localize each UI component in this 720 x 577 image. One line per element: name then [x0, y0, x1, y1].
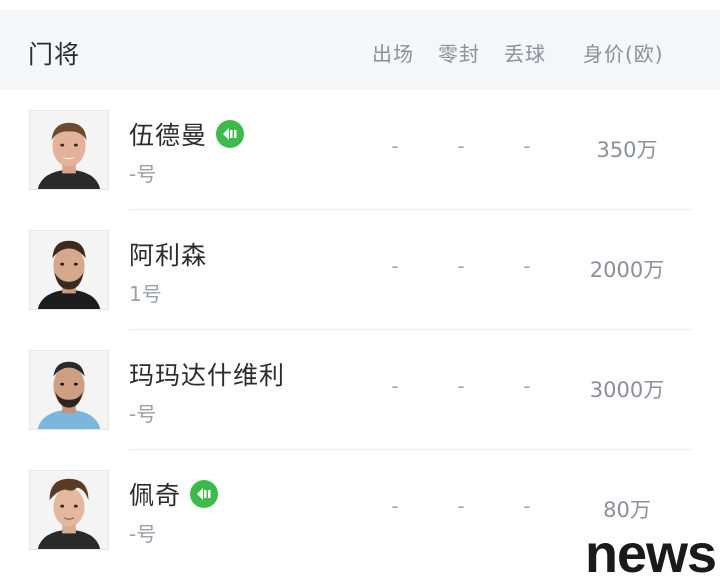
- appearances-value: -: [391, 494, 399, 518]
- player-name-row: 佩奇: [129, 476, 219, 512]
- player-name[interactable]: 阿利森: [129, 236, 207, 272]
- player-row[interactable]: 玛玛达什维利 -号 - - - 3000万: [0, 330, 720, 450]
- clean-sheets-value: -: [457, 134, 465, 158]
- appearances-value: -: [391, 134, 399, 158]
- news-watermark: news: [585, 524, 717, 577]
- player-number: 1号: [129, 282, 162, 306]
- goals-conceded-value: -: [523, 254, 531, 278]
- new-signing-arrow-icon: [216, 120, 245, 148]
- market-value: 2000万: [589, 258, 665, 282]
- column-header-goals-conceded[interactable]: 丢球: [504, 38, 546, 67]
- clean-sheets-value: -: [457, 254, 465, 278]
- player-row[interactable]: 伍德曼 -号 - - - 350万: [0, 90, 720, 210]
- goals-conceded-value: -: [523, 134, 531, 158]
- market-value: 350万: [596, 138, 658, 162]
- player-avatar[interactable]: [29, 470, 109, 550]
- goals-conceded-value: -: [523, 374, 531, 398]
- clean-sheets-value: -: [457, 494, 465, 518]
- new-signing-arrow-icon: [190, 480, 219, 508]
- market-value: 3000万: [589, 378, 665, 402]
- player-name-row: 伍德曼: [129, 116, 245, 152]
- section-title: 门将: [28, 40, 81, 69]
- column-header-market-value[interactable]: 身价(欧): [583, 38, 664, 67]
- section-header: 门将 出场 零封 丢球 身价(欧): [0, 10, 720, 90]
- player-name[interactable]: 佩奇: [129, 476, 181, 512]
- appearances-value: -: [391, 374, 399, 398]
- player-number: -号: [129, 162, 157, 186]
- appearances-value: -: [391, 254, 399, 278]
- column-header-appearances[interactable]: 出场: [372, 38, 414, 67]
- player-name-row: 玛玛达什维利: [129, 356, 285, 392]
- player-avatar[interactable]: [29, 110, 109, 190]
- player-number: -号: [129, 522, 157, 546]
- goals-conceded-value: -: [523, 494, 531, 518]
- player-name-row: 阿利森: [129, 236, 207, 272]
- player-avatar[interactable]: [29, 230, 109, 310]
- clean-sheets-value: -: [457, 374, 465, 398]
- player-row[interactable]: 阿利森 1号 - - - 2000万: [0, 210, 720, 330]
- column-header-clean-sheets[interactable]: 零封: [438, 38, 480, 67]
- market-value: 80万: [603, 498, 651, 522]
- player-number: -号: [129, 402, 157, 426]
- player-avatar[interactable]: [29, 350, 109, 430]
- player-name[interactable]: 玛玛达什维利: [129, 356, 285, 392]
- player-name[interactable]: 伍德曼: [129, 116, 207, 152]
